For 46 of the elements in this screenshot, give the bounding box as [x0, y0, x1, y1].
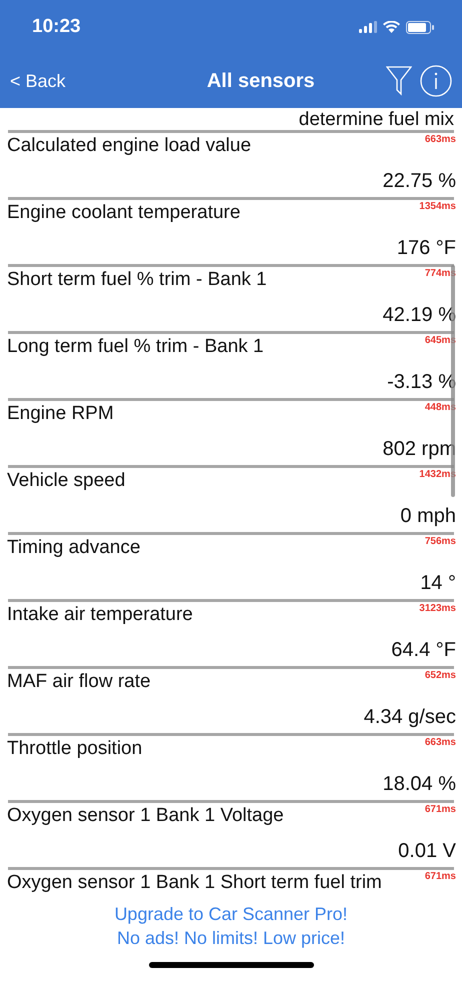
sensor-value: 14 °: [420, 571, 456, 595]
screen-title: All sensors: [206, 70, 315, 92]
sensor-value: 0 mph: [400, 504, 456, 528]
sensor-name: Calculated engine load value: [7, 134, 252, 158]
latency-label: 663ms: [424, 736, 456, 750]
sensor-value: 0.01 V: [398, 839, 456, 863]
sensor-value: -3.13 %: [387, 370, 456, 394]
sensor-name: Short term fuel % trim - Bank 1: [7, 268, 267, 292]
sensor-value: 22.75 %: [382, 169, 456, 193]
latency-label: 448ms: [424, 401, 456, 415]
latency-label: 3123ms: [419, 602, 456, 616]
latency-label: 645ms: [424, 334, 456, 348]
latency-label: 663ms: [424, 133, 456, 147]
sensor-name: Throttle position: [7, 737, 142, 761]
sensor-value: 64.4 °F: [391, 638, 456, 662]
sensor-name: MAF air flow rate: [7, 670, 151, 694]
sensor-name: Timing advance: [7, 536, 140, 560]
battery-icon: [406, 20, 434, 34]
sensor-name: Intake air temperature: [7, 603, 193, 627]
latency-label: 774ms: [424, 267, 456, 281]
latency-label: 1432ms: [419, 468, 456, 482]
filter-icon[interactable]: [386, 66, 412, 96]
info-icon[interactable]: [420, 65, 452, 97]
sensor-value: 176 °F: [396, 236, 456, 260]
upgrade-link[interactable]: No ads! No limits! Low price!: [0, 926, 462, 950]
back-link[interactable]: < Back: [10, 70, 66, 92]
sensor-name: Oxygen sensor 1 Bank 1 Voltage: [7, 804, 284, 828]
status-time: 10:23: [32, 16, 81, 38]
sensor-value: determine fuel mix: [298, 110, 454, 130]
latency-label: 671ms: [424, 803, 456, 817]
sensor-name: Engine RPM: [7, 402, 114, 426]
sensor-name: Oxygen sensor 1 Bank 1 Short term fuel trim: [7, 871, 382, 895]
sensor-value: 18.04 %: [382, 772, 456, 796]
sensor-value: 4.34 g/sec: [364, 705, 456, 729]
sensor-name: Vehicle speed: [7, 469, 126, 493]
latency-label: 671ms: [424, 870, 456, 884]
wifi-icon: [383, 21, 400, 33]
sensor-value: 802 rpm: [382, 437, 456, 461]
sensor-value: 42.19 %: [382, 303, 456, 327]
upgrade-link[interactable]: Upgrade to Car Scanner Pro!: [0, 902, 462, 926]
sensor-name: Long term fuel % trim - Bank 1: [7, 335, 264, 359]
latency-label: 756ms: [424, 535, 456, 549]
signal-icon: [359, 21, 377, 33]
sensor-name: Engine coolant temperature: [7, 201, 240, 225]
latency-label: 1354ms: [419, 200, 456, 214]
latency-label: 652ms: [424, 669, 456, 683]
